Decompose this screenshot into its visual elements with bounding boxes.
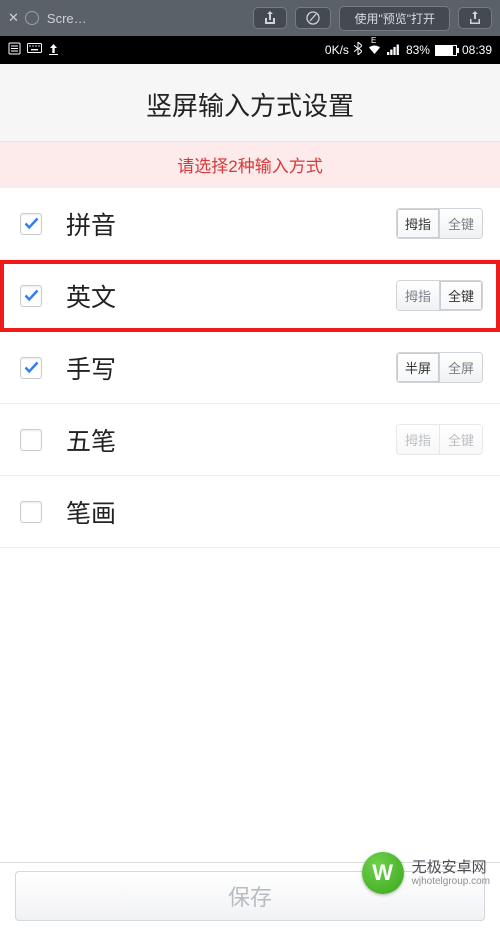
watermark: W 无极安卓网 wjhotelgroup.com [362, 852, 490, 894]
input-method-label: 英文 [66, 278, 397, 314]
input-method-row-2[interactable]: 手写半屏全屏 [0, 332, 500, 404]
checkbox[interactable] [20, 285, 42, 307]
wifi-icon: E [367, 43, 382, 58]
tab-title: Scre… [47, 11, 87, 26]
segment-option[interactable]: 全键 [439, 209, 482, 238]
segment-option: 全键 [439, 425, 482, 454]
input-method-label: 笔画 [66, 494, 482, 530]
macos-browser-bar: ✕ Scre… 使用"预览"打开 [0, 0, 500, 36]
checkbox[interactable] [20, 501, 42, 523]
layout-segmented-control[interactable]: 拇指全键 [397, 281, 482, 310]
signal-icon [387, 43, 401, 58]
network-speed: 0K/s [325, 43, 349, 57]
share-button[interactable] [253, 7, 287, 29]
open-with-preview-button[interactable]: 使用"预览"打开 [339, 6, 450, 31]
markup-button[interactable] [295, 7, 331, 29]
input-method-row-3[interactable]: 五笔拇指全键 [0, 404, 500, 476]
clock: 08:39 [462, 43, 492, 57]
segment-option[interactable]: 拇指 [397, 281, 439, 310]
input-method-row-1[interactable]: 英文拇指全键 [0, 260, 500, 332]
keyboard-icon [27, 43, 42, 57]
phone-screen: 0K/s E 83% 08:39 竖屏输入方式设置 请选择2种输入方式 拼音拇指… [0, 36, 500, 928]
checkbox[interactable] [20, 213, 42, 235]
layout-segmented-control: 拇指全键 [397, 425, 482, 454]
checkbox[interactable] [20, 357, 42, 379]
input-method-label: 拼音 [66, 206, 397, 242]
export-button[interactable] [458, 7, 492, 29]
layout-segmented-control[interactable]: 半屏全屏 [397, 353, 482, 382]
segment-option: 拇指 [397, 425, 439, 454]
input-method-list: 拼音拇指全键英文拇指全键手写半屏全屏五笔拇指全键笔画 [0, 188, 500, 548]
watermark-logo-icon: W [362, 852, 404, 894]
bluetooth-icon [354, 42, 362, 58]
close-tab-icon[interactable]: ✕ [8, 10, 19, 26]
input-method-label: 手写 [66, 350, 397, 386]
input-method-row-0[interactable]: 拼音拇指全键 [0, 188, 500, 260]
watermark-site: wjhotelgroup.com [412, 876, 490, 887]
warning-banner: 请选择2种输入方式 [0, 142, 500, 188]
reload-icon[interactable] [25, 11, 39, 25]
android-status-bar: 0K/s E 83% 08:39 [0, 36, 500, 64]
page-title: 竖屏输入方式设置 [0, 64, 500, 142]
battery-icon [435, 45, 457, 56]
input-method-label: 五笔 [66, 422, 397, 458]
segment-option[interactable]: 拇指 [397, 209, 439, 238]
segment-option[interactable]: 全键 [439, 281, 482, 310]
layout-segmented-control[interactable]: 拇指全键 [397, 209, 482, 238]
input-method-row-4[interactable]: 笔画 [0, 476, 500, 548]
battery-percent: 83% [406, 43, 430, 57]
checkbox[interactable] [20, 429, 42, 451]
watermark-brand: 无极安卓网 [412, 859, 490, 876]
settings-icon [8, 42, 21, 58]
upload-icon [48, 43, 59, 58]
segment-option[interactable]: 半屏 [397, 353, 439, 382]
segment-option[interactable]: 全屏 [439, 353, 482, 382]
